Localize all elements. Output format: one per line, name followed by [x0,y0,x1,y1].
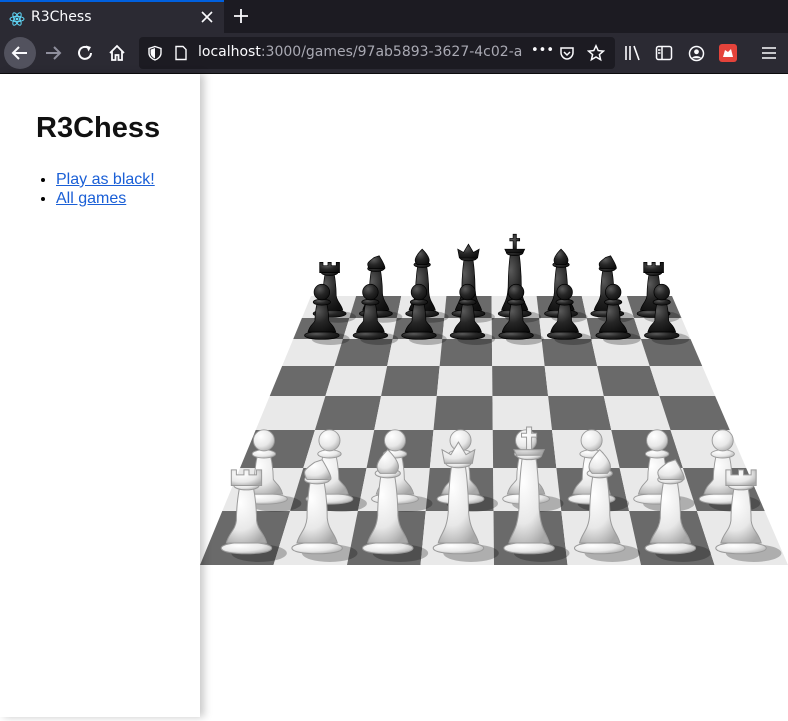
reload-icon [78,45,92,60]
board-square[interactable] [597,366,660,396]
home-button[interactable] [101,37,133,69]
tab-title: R3Chess [31,9,92,25]
react-icon [9,12,25,26]
nav-menu: Play as black! All games [16,170,155,208]
board-square[interactable] [374,396,437,430]
board-square[interactable] [544,366,604,396]
account-icon[interactable] [688,45,705,62]
board-square[interactable] [649,366,716,396]
menu-item-all-games: All games [56,189,155,208]
all-games-link[interactable]: All games [56,190,126,207]
url-text[interactable]: localhost:3000/games/97ab5893-3627-4c02-… [198,44,530,60]
hamburger-menu-icon[interactable] [761,46,777,60]
shield-icon[interactable] [147,45,163,61]
page-icon[interactable] [173,45,189,61]
board-square[interactable] [325,366,388,396]
sidebar-icon[interactable] [655,45,673,61]
chess-board-3d[interactable] [200,74,788,717]
board-square[interactable] [255,396,326,430]
board-squares [200,296,788,565]
board-square[interactable] [492,366,549,396]
board-square[interactable] [659,396,730,430]
arrow-right-icon [46,46,62,60]
board-square[interactable] [492,396,553,430]
url-path: :3000/games/97ab5893-3627-4c02-a [260,44,523,60]
library-icon[interactable] [624,45,642,61]
plus-icon[interactable] [230,5,252,27]
app-sidebar: R3Chess Play as black! All games [0,74,200,717]
board-square[interactable] [240,430,315,468]
star-icon[interactable] [587,44,605,62]
board-square[interactable] [433,396,493,430]
extension-icon[interactable] [719,44,737,62]
home-icon [109,44,125,61]
url-host: localhost [198,44,261,60]
board-square[interactable] [670,430,747,468]
nav-toolbar: localhost:3000/games/97ab5893-3627-4c02-… [0,33,788,74]
extension-glyph-icon [723,49,733,57]
play-as-black-link[interactable]: Play as black! [56,171,155,188]
board-square[interactable] [603,396,671,430]
board-square[interactable] [436,366,493,396]
board-square[interactable] [381,366,440,396]
back-button[interactable] [4,37,36,69]
page-title: R3Chess [36,112,161,144]
page-actions-more-icon[interactable]: ••• [531,43,554,58]
pocket-icon[interactable] [559,45,575,61]
board-square[interactable] [548,396,612,430]
board-square[interactable] [269,366,335,396]
tab-strip: R3Chess [0,0,788,33]
browser-tab[interactable]: R3Chess [0,0,224,33]
reload-button[interactable] [69,37,101,69]
board-square[interactable] [314,396,382,430]
arrow-left-icon [11,46,27,60]
address-bar[interactable]: localhost:3000/games/97ab5893-3627-4c02-… [139,37,615,69]
close-icon[interactable] [198,7,216,27]
chess-canvas[interactable] [200,74,788,717]
menu-item-play-black: Play as black! [56,170,155,189]
forward-button[interactable] [37,37,69,69]
